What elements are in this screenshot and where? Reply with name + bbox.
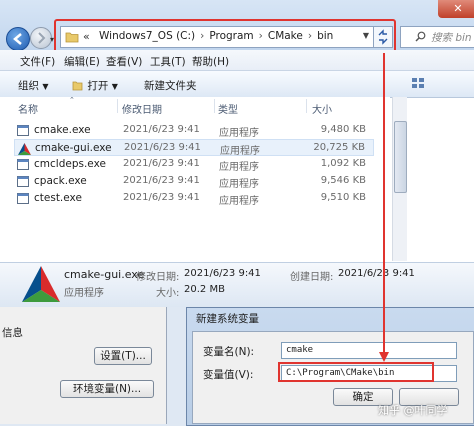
exe-icon <box>17 176 29 187</box>
cmake-logo-icon <box>18 143 31 155</box>
file-size: 9,480 KB <box>320 124 366 135</box>
column-size[interactable]: 大小 <box>312 101 332 116</box>
file-size: 20,725 KB <box>313 142 365 153</box>
file-type: 应用程序 <box>219 196 259 207</box>
menu-help[interactable]: 帮助(H) <box>192 54 229 69</box>
chevron-down-icon: ▼ <box>42 82 49 91</box>
scrollbar-thumb[interactable] <box>394 121 407 193</box>
column-type[interactable]: 类型 <box>218 101 238 116</box>
variable-name-field[interactable]: cmake <box>281 342 457 359</box>
exe-icon <box>17 125 29 136</box>
organize-button[interactable]: 组织 ▼ <box>18 78 49 93</box>
back-arrow-icon <box>13 33 22 45</box>
forward-button[interactable] <box>30 27 52 49</box>
file-type: 应用程序 <box>219 162 259 173</box>
details-pane: cmake-gui.exe 修改日期: 2021/6/23 9:41 创建日期:… <box>0 262 474 307</box>
exe-icon <box>17 193 29 204</box>
menu-file[interactable]: 文件(F) <box>20 54 55 69</box>
column-date[interactable]: 修改日期 <box>122 101 162 116</box>
file-date: 2021/6/23 9:41 <box>123 192 200 203</box>
sort-arrow-icon: ⌃ <box>69 96 75 104</box>
explorer-window: ✕ ▾ « Windows7_OS (C:) › Program › CMake › bin… <box>0 0 474 307</box>
file-size: 1,092 KB <box>320 158 366 169</box>
open-label: 打开 <box>87 80 109 92</box>
file-type: 应用程序 <box>219 128 259 139</box>
forward-arrow-icon <box>38 32 46 44</box>
details-created-value: 2021/6/23 9:41 <box>338 268 415 279</box>
view-options-button[interactable] <box>410 75 426 91</box>
file-row[interactable]: cmcldeps.exe 2021/6/23 9:41 应用程序 1,092 K… <box>14 156 374 173</box>
new-folder-button[interactable]: 新建文件夹 <box>144 78 197 93</box>
command-bar: 组织 ▼ 打开 ▼ 新建文件夹 <box>0 71 474 98</box>
partial-label: 信息 <box>2 327 23 339</box>
menu-edit[interactable]: 编辑(E) <box>64 54 100 69</box>
chevron-down-icon: ▼ <box>111 82 118 91</box>
open-folder-icon <box>72 81 83 91</box>
details-modified-value: 2021/6/23 9:41 <box>184 268 261 279</box>
settings-button[interactable]: 设置(T)... <box>94 347 152 365</box>
environment-variables-button[interactable]: 环境变量(N)... <box>60 380 154 398</box>
details-created-label: 创建日期: <box>290 272 334 283</box>
value-highlight-box <box>278 362 434 382</box>
menu-view[interactable]: 查看(V) <box>106 54 142 69</box>
file-name: ctest.exe <box>34 192 82 204</box>
details-modified-label: 修改日期: <box>136 272 180 283</box>
title-bar: ✕ ▾ « Windows7_OS (C:) › Program › CMake › bin… <box>0 0 474 53</box>
search-placeholder: 搜索 bin <box>431 32 472 44</box>
column-divider[interactable] <box>306 99 307 113</box>
column-name[interactable]: 名称 <box>18 101 38 116</box>
column-divider[interactable] <box>117 99 118 113</box>
watermark: 知乎 @叶同学 <box>378 404 448 417</box>
file-name: cmake-gui.exe <box>35 142 112 154</box>
open-button[interactable]: 打开 ▼ <box>72 78 118 93</box>
file-row[interactable]: ctest.exe 2021/6/23 9:41 应用程序 9,510 KB <box>14 190 374 207</box>
file-name: cmake.exe <box>34 124 91 136</box>
file-type: 应用程序 <box>219 179 259 190</box>
details-size-label: 大小: <box>156 288 180 299</box>
file-row[interactable]: cmake-gui.exe 2021/6/23 9:41 应用程序 20,725… <box>14 139 374 157</box>
details-size-value: 20.2 MB <box>184 284 225 295</box>
file-date: 2021/6/23 9:41 <box>123 175 200 186</box>
view-grid-icon <box>412 78 424 88</box>
close-window-button[interactable]: ✕ <box>438 0 474 18</box>
file-size: 9,546 KB <box>320 175 366 186</box>
search-input[interactable]: 搜索 bin <box>400 26 474 48</box>
file-row[interactable]: cmake.exe 2021/6/23 9:41 应用程序 9,480 KB <box>14 122 374 139</box>
menu-bar: 文件(F) 编辑(E) 查看(V) 工具(T) 帮助(H) <box>0 50 474 71</box>
exe-icon <box>17 159 29 170</box>
file-name: cpack.exe <box>34 175 87 187</box>
dialog-title: 新建系统变量 <box>196 313 259 325</box>
cmake-logo-icon <box>22 266 60 302</box>
file-row[interactable]: cpack.exe 2021/6/23 9:41 应用程序 9,546 KB <box>14 173 374 190</box>
vertical-scrollbar[interactable] <box>392 97 407 261</box>
address-highlight-box <box>54 19 396 53</box>
file-type: 应用程序 <box>220 146 260 157</box>
search-icon <box>415 31 426 42</box>
file-date: 2021/6/23 9:41 <box>123 158 200 169</box>
details-type: 应用程序 <box>64 288 104 299</box>
back-button[interactable] <box>6 27 30 51</box>
details-file-name: cmake-gui.exe <box>64 268 145 281</box>
variable-name-label: 变量名(N): <box>203 346 255 358</box>
file-date: 2021/6/23 9:41 <box>124 142 201 153</box>
column-divider[interactable] <box>214 99 215 113</box>
variable-value-label: 变量值(V): <box>203 369 254 381</box>
file-size: 9,510 KB <box>320 192 366 203</box>
file-date: 2021/6/23 9:41 <box>123 124 200 135</box>
column-header-row: 名称 ⌃ 修改日期 类型 大小 <box>0 96 390 116</box>
file-name: cmcldeps.exe <box>34 158 106 170</box>
organize-label: 组织 <box>18 80 39 92</box>
system-properties-panel: 信息 设置(T)... 环境变量(N)... <box>0 307 167 424</box>
menu-tools[interactable]: 工具(T) <box>150 54 186 69</box>
